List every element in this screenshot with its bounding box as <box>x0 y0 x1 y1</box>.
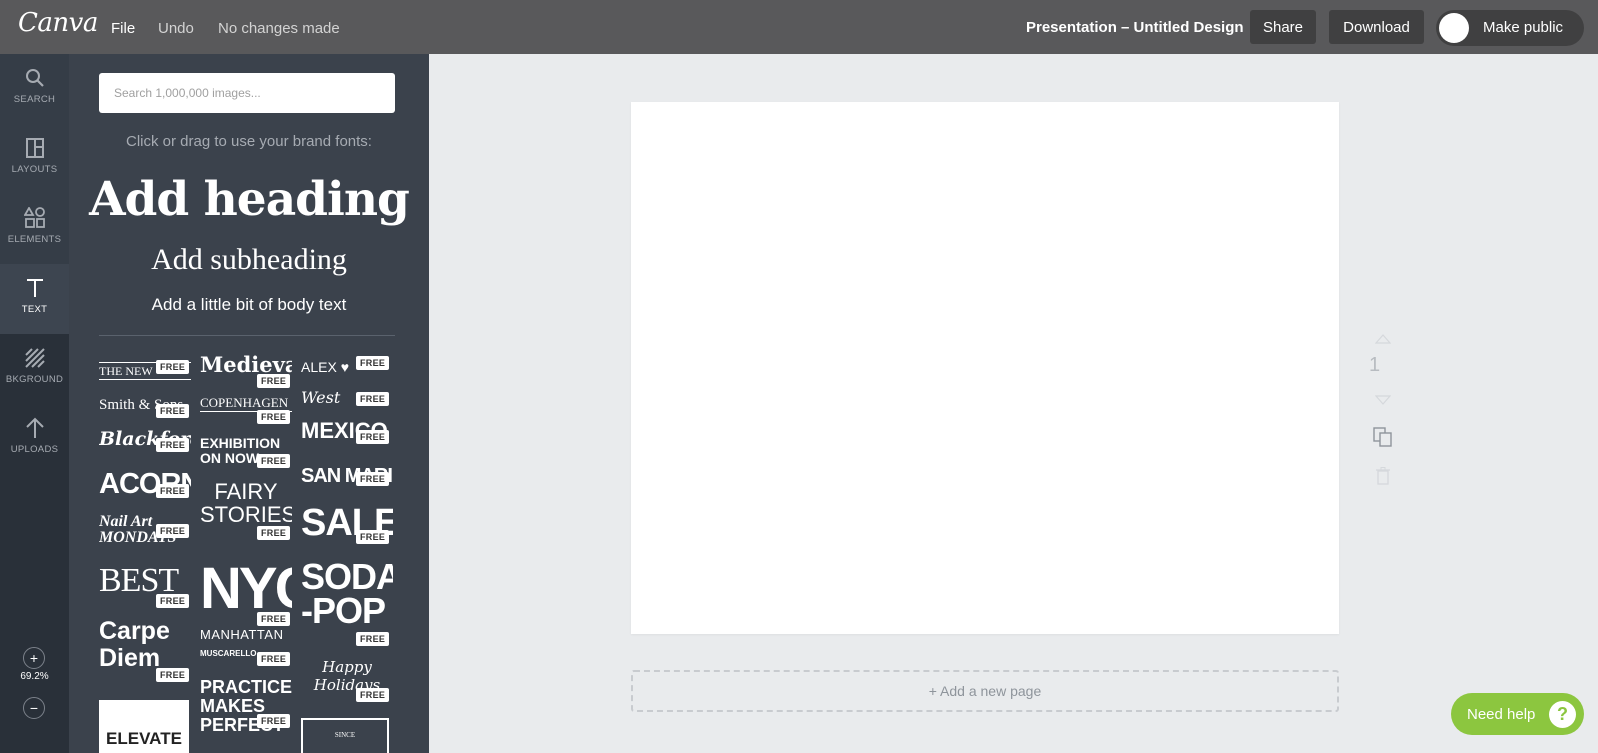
rail-label: LAYOUTS <box>11 164 58 175</box>
free-badge: FREE <box>257 410 291 424</box>
text-template-tile[interactable]: Medieval FREE <box>200 354 292 392</box>
rail-item-uploads[interactable]: UPLOADS <box>0 404 69 474</box>
layouts-icon <box>23 136 47 160</box>
zoom-level: 69.2% <box>20 671 49 682</box>
free-badge: FREE <box>257 454 291 468</box>
free-badge: FREE <box>257 526 291 540</box>
upload-icon <box>23 416 47 440</box>
text-template-tile[interactable]: THE NEW FREE <box>99 354 191 382</box>
free-badge: FREE <box>156 404 190 418</box>
free-badge: FREE <box>356 472 390 486</box>
text-template-tile[interactable]: Happy Holidays FREE <box>301 658 393 702</box>
design-page[interactable] <box>631 102 1339 634</box>
question-icon: ? <box>1549 701 1576 728</box>
move-page-up-icon[interactable] <box>1374 331 1392 347</box>
elements-icon <box>23 206 47 230</box>
text-template-tile[interactable]: ALEX ♥ FREE <box>301 354 393 382</box>
free-badge: FREE <box>156 438 190 452</box>
undo-button[interactable]: Undo <box>158 20 194 37</box>
top-bar: Canva File Undo No changes made Presenta… <box>0 0 1598 54</box>
text-template-tile[interactable]: SODA -POP FREE <box>301 560 393 650</box>
add-body-text-button[interactable]: Add a little bit of body text <box>69 295 429 315</box>
document-title[interactable]: Presentation – Untitled Design <box>1026 19 1244 36</box>
free-badge: FREE <box>156 594 190 608</box>
need-help-label: Need help <box>1467 705 1536 723</box>
image-search-input[interactable] <box>99 73 395 113</box>
free-badge: FREE <box>257 612 291 626</box>
rail-item-background[interactable]: BKGROUND <box>0 334 69 404</box>
free-badge: FREE <box>356 632 390 646</box>
rail-label: SEARCH <box>13 94 56 105</box>
download-button[interactable]: Download <box>1329 10 1424 44</box>
text-template-tile[interactable]: FAIRY STORIES FREE <box>200 480 292 542</box>
make-public-label: Make public <box>1483 19 1564 36</box>
toggle-knob <box>1439 13 1469 43</box>
text-template-tile[interactable]: SINCE <box>301 718 389 753</box>
free-badge: FREE <box>156 524 190 538</box>
free-badge: FREE <box>356 392 390 406</box>
rail-label: TEXT <box>21 304 48 315</box>
text-template-tile[interactable]: BEST FREE <box>99 564 191 610</box>
add-new-page-button[interactable]: + Add a new page <box>631 670 1339 712</box>
text-template-tile[interactable]: Smith & Sons FREE <box>99 392 191 428</box>
free-badge: FREE <box>156 668 190 682</box>
text-template-tile[interactable]: SAN MARINO FREE <box>301 460 393 496</box>
duplicate-page-icon[interactable] <box>1373 427 1393 450</box>
text-template-tile[interactable]: West FREE <box>301 386 393 416</box>
workspace: + Add a new page <box>429 54 1598 753</box>
rail-label: ELEMENTS <box>7 234 62 245</box>
save-status: No changes made <box>218 20 340 37</box>
text-template-tile[interactable]: Carpe Diem FREE <box>99 618 191 690</box>
canva-logo[interactable]: Canva <box>18 8 98 38</box>
free-badge: FREE <box>356 356 390 370</box>
rail-item-text[interactable]: TEXT <box>0 264 69 334</box>
file-menu[interactable]: File <box>111 20 135 37</box>
add-heading-button[interactable]: Add heading <box>69 172 429 227</box>
search-icon <box>23 66 47 90</box>
share-button[interactable]: Share <box>1250 10 1316 44</box>
text-template-tile[interactable]: Nail Art MONDAYS FREE <box>99 514 191 550</box>
text-template-tile[interactable]: MUSCARELLO FREE <box>200 646 292 678</box>
background-icon <box>23 346 47 370</box>
text-template-tile[interactable]: EXHIBITION ON NOW FREE <box>200 436 292 472</box>
text-template-tile[interactable]: NYC FREE <box>200 560 292 632</box>
text-icon <box>23 276 47 300</box>
free-badge: FREE <box>257 714 291 728</box>
text-template-tile[interactable]: ELEVATE <box>99 700 189 753</box>
rail-item-layouts[interactable]: LAYOUTS <box>0 124 69 194</box>
text-template-tile[interactable]: SALE FREE <box>301 504 393 552</box>
text-template-tile[interactable]: MANHATTAN <box>200 628 292 644</box>
make-public-toggle[interactable]: Make public <box>1436 10 1584 46</box>
text-template-tile[interactable]: Blackford FREE <box>99 430 191 462</box>
panel-divider <box>99 335 395 336</box>
zoom-in-button[interactable]: + <box>23 647 45 669</box>
delete-page-icon[interactable] <box>1376 467 1390 488</box>
text-template-tile[interactable]: ACORN FREE <box>99 470 191 506</box>
free-badge: FREE <box>356 530 390 544</box>
side-rail: SEARCH LAYOUTS ELEMENTS TEXT BKGROUND UP… <box>0 54 69 753</box>
need-help-button[interactable]: Need help ? <box>1451 693 1584 735</box>
page-number: 1 <box>1369 354 1381 376</box>
free-badge: FREE <box>257 374 291 388</box>
free-badge: FREE <box>156 484 190 498</box>
text-template-tile[interactable]: PRACTICE MAKES PERFECT FREE <box>200 678 292 738</box>
free-badge: FREE <box>356 688 390 702</box>
free-badge: FREE <box>156 360 190 374</box>
rail-label: UPLOADS <box>10 444 59 455</box>
rail-item-search[interactable]: SEARCH <box>0 54 69 124</box>
free-badge: FREE <box>356 430 390 444</box>
text-panel: Click or drag to use your brand fonts: A… <box>69 54 429 753</box>
text-template-tile[interactable]: COPENHAGEN FREE <box>200 396 292 426</box>
add-subheading-button[interactable]: Add subheading <box>69 243 429 277</box>
text-template-tile[interactable]: MEXICO FREE <box>301 420 393 450</box>
free-badge: FREE <box>257 652 291 666</box>
zoom-out-button[interactable]: − <box>23 697 45 719</box>
brand-fonts-hint: Click or drag to use your brand fonts: <box>126 133 372 150</box>
rail-item-elements[interactable]: ELEMENTS <box>0 194 69 264</box>
rail-label: BKGROUND <box>5 374 64 385</box>
move-page-down-icon[interactable] <box>1374 392 1392 408</box>
